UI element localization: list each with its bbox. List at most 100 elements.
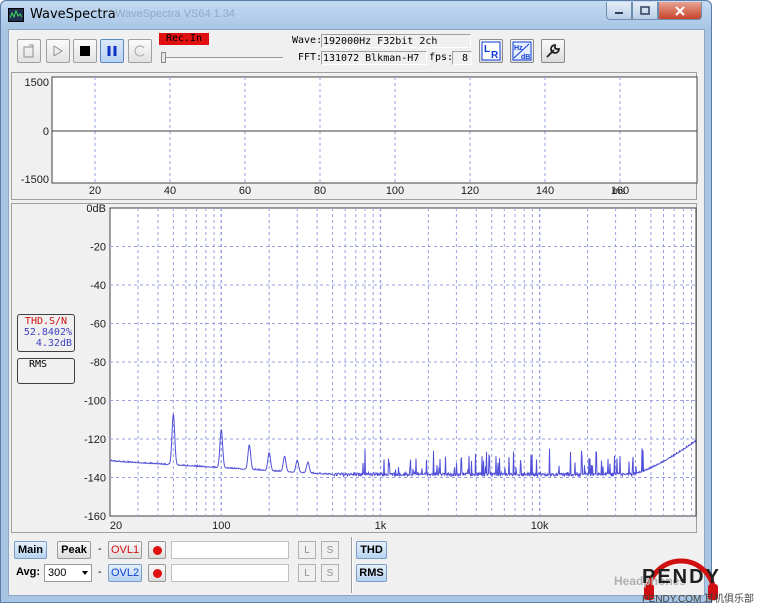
- avg-label: Avg:: [16, 566, 41, 578]
- stop-button[interactable]: [73, 39, 97, 63]
- spectrum-y-tick: -60: [90, 319, 106, 331]
- wave-label: Wave:: [292, 35, 323, 46]
- sn-value: 4.32dB: [35, 338, 72, 349]
- peak-button[interactable]: Peak: [57, 541, 91, 559]
- waveform-x-tick: 140: [536, 185, 554, 197]
- spectrum-panel: 0dB -20 -40 -60 -80 -100 -120 -140 -160 20 100 1k 1…: [11, 203, 697, 533]
- minimize-button[interactable]: [606, 2, 632, 20]
- open-file-icon: [23, 44, 34, 58]
- thd-sn-label: THD.S/N: [24, 316, 68, 327]
- separator-dash: -: [98, 543, 102, 555]
- spectrum-y-tick: 0dB: [86, 204, 106, 215]
- ovl1-save-button[interactable]: S: [321, 541, 339, 559]
- spectrum-y-tick: -20: [90, 242, 106, 254]
- pause-button[interactable]: [100, 39, 124, 63]
- maximize-button[interactable]: [632, 2, 658, 20]
- ghost-title: WaveSpectra VS64 1.34: [115, 8, 236, 20]
- fft-field: 131072 Blkman-H7: [321, 51, 427, 65]
- spectrum-y-tick: -80: [90, 357, 106, 369]
- play-icon: [53, 45, 63, 57]
- watermark-logo: Headphones PENDY PENDY.COM 耳机俱乐部: [612, 552, 762, 610]
- rms-readout: RMS: [17, 358, 75, 384]
- waveform-x-tick: 80: [314, 185, 326, 197]
- waveform-x-unit: ms: [612, 186, 625, 197]
- record-dot-icon: [152, 545, 162, 555]
- ovl2-load-button[interactable]: L: [298, 564, 316, 582]
- fft-label: FFT:: [298, 52, 323, 63]
- spectrum-y-tick: -160: [84, 511, 106, 523]
- minimize-icon: [615, 11, 623, 14]
- spectrum-x-tick: 100: [212, 520, 230, 532]
- avg-select-value: 300: [48, 567, 67, 579]
- rms-label: RMS: [29, 359, 48, 370]
- spectrum-x-tick: 20: [110, 520, 122, 532]
- ovl1-record-button[interactable]: [148, 541, 166, 559]
- divider: [351, 537, 353, 593]
- separator-dash-2: -: [98, 566, 102, 578]
- title-bar[interactable]: WaveSpectra WaveSpectra VS64 1.34: [1, 1, 711, 29]
- wave-format-field: 192000Hz F32bit 2ch: [321, 34, 471, 48]
- close-icon: [675, 5, 685, 16]
- thd-value: 52.8402%: [23, 327, 72, 338]
- waveform-x-tick: 100: [386, 185, 404, 197]
- lr-channel-button[interactable]: LR: [479, 39, 503, 63]
- waveform-x-tick: 20: [89, 185, 101, 197]
- thd-sn-readout: THD.S/N 52.8402% 4.32dB: [17, 314, 75, 352]
- ovl2-save-button[interactable]: S: [321, 564, 339, 582]
- rec-in-indicator: Rec.In: [159, 33, 209, 45]
- app-window: WaveSpectra WaveSpectra VS64 1.34 Rec.In…: [0, 0, 712, 603]
- open-file-button[interactable]: [17, 39, 41, 63]
- spectrum-x-tick: 1k: [375, 520, 387, 532]
- main-button[interactable]: Main: [14, 541, 47, 559]
- app-icon: [8, 8, 24, 22]
- svg-text:dB: dB: [521, 54, 530, 61]
- waveform-x-tick: 60: [239, 185, 251, 197]
- thd-button[interactable]: THD: [356, 541, 387, 559]
- avg-select[interactable]: 300: [44, 564, 92, 582]
- spectrum-plot: 0dB -20 -40 -60 -80 -100 -120 -140 -160 20 100 1k 1…: [84, 203, 697, 532]
- chevron-down-icon: [82, 571, 88, 575]
- watermark-brand: PENDY: [642, 566, 721, 588]
- wrench-icon: [546, 44, 560, 58]
- maximize-icon: [640, 6, 650, 15]
- ovl1-name-field[interactable]: [171, 541, 289, 559]
- record-icon: [134, 45, 145, 57]
- waveform-x-tick: 120: [461, 185, 479, 197]
- client-area: Rec.In Wave: 192000Hz F32bit 2ch FFT: 13…: [8, 29, 705, 596]
- ovl1-button[interactable]: OVL1: [108, 541, 142, 559]
- ovl2-record-button[interactable]: [148, 564, 166, 582]
- close-button[interactable]: [658, 2, 702, 20]
- svg-text:R: R: [491, 50, 499, 61]
- rms-button[interactable]: RMS: [356, 564, 387, 582]
- spectrum-y-tick: -40: [90, 280, 106, 292]
- record-dot-icon: [152, 568, 162, 578]
- toolbar: Rec.In Wave: 192000Hz F32bit 2ch FFT: 13…: [9, 30, 704, 72]
- spectrum-y-tick: -120: [84, 434, 106, 446]
- spectrum-y-tick: -100: [84, 396, 106, 408]
- play-button[interactable]: [46, 39, 70, 63]
- waveform-y-tick: 1500: [25, 77, 49, 89]
- lr-channel-icon: LR: [481, 41, 501, 61]
- level-slider-track[interactable]: [161, 57, 283, 60]
- level-slider-thumb[interactable]: [161, 52, 166, 63]
- watermark-sub: PENDY.COM 耳机俱乐部: [642, 594, 755, 605]
- fps-label: fps:: [429, 52, 454, 63]
- record-button[interactable]: [128, 39, 152, 63]
- hz-db-scale-icon: HzdB: [512, 41, 532, 61]
- ovl2-name-field[interactable]: [171, 564, 289, 582]
- bottom-controls: Main Peak - OVL1 L S Avg: 300 - OVL2 L S…: [9, 535, 704, 597]
- waveform-y-tick: -1500: [21, 174, 49, 186]
- settings-button[interactable]: [541, 39, 565, 63]
- waveform-y-tick: 0: [43, 126, 49, 138]
- hz-db-scale-button[interactable]: Hz dB: [510, 39, 534, 63]
- ovl1-load-button[interactable]: L: [298, 541, 316, 559]
- stop-icon: [80, 46, 90, 56]
- spectrum-y-tick: -140: [84, 473, 106, 485]
- ovl2-button[interactable]: OVL2: [108, 564, 142, 582]
- svg-text:L: L: [484, 44, 490, 55]
- pause-icon: [107, 46, 117, 56]
- waveform-x-tick: 40: [164, 185, 176, 197]
- waveform-panel: 1500 0 -1500 20 40 60 80 100 120 140 160 ms: [11, 72, 698, 200]
- window-title: WaveSpectra: [30, 7, 116, 22]
- fps-field: 8: [452, 51, 472, 65]
